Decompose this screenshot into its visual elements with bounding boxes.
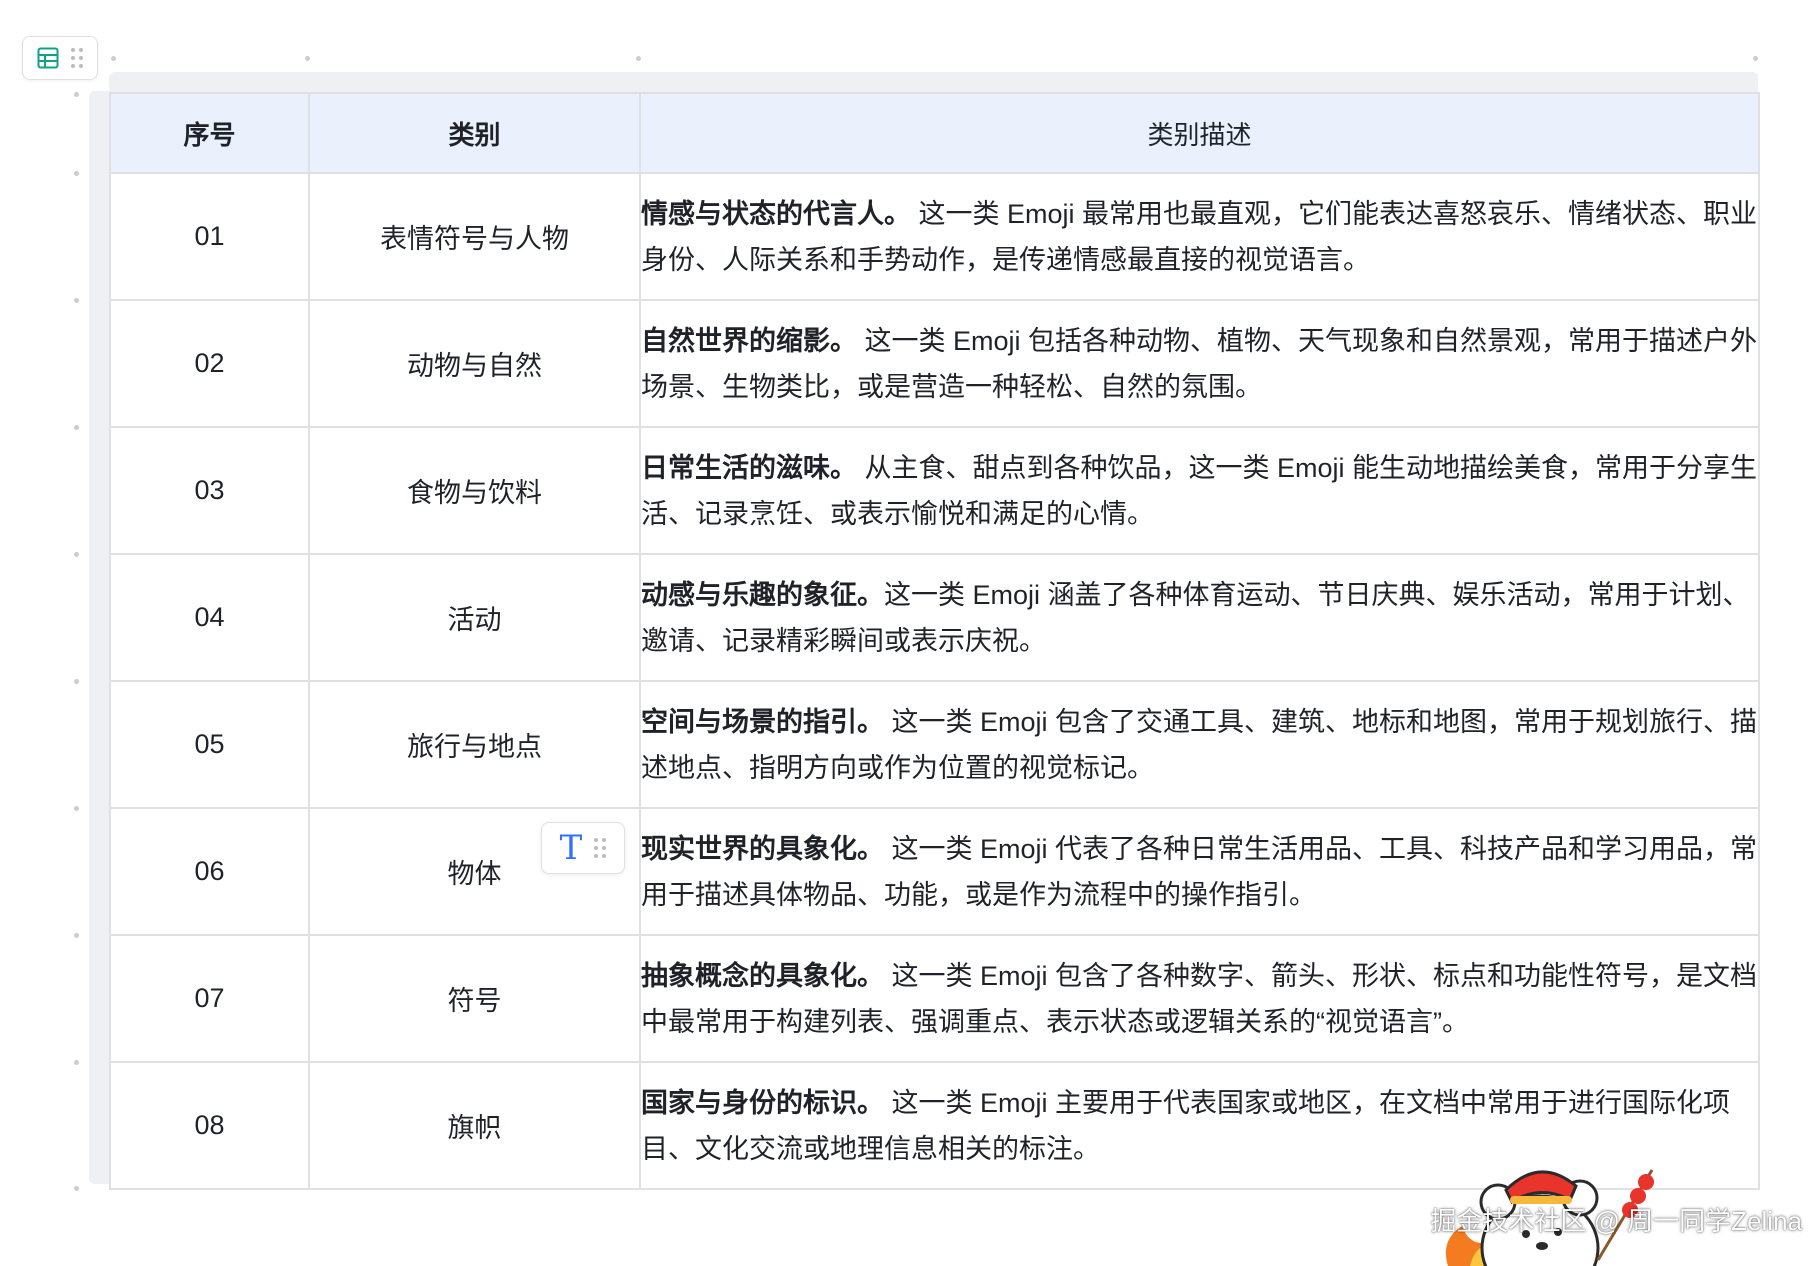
- row-insert-dot[interactable]: [74, 425, 79, 430]
- cell-category[interactable]: 动物与自然: [308, 299, 641, 428]
- table-row: 04 活动 动感与乐趣的象征。这一类 Emoji 涵盖了各种体育运动、节日庆典、…: [109, 553, 1760, 682]
- cell-number[interactable]: 06: [109, 807, 310, 936]
- row-insert-dot[interactable]: [74, 171, 79, 176]
- row-insert-dot[interactable]: [74, 1060, 79, 1065]
- drag-handle-icon[interactable]: [71, 48, 83, 68]
- cell-description[interactable]: 空间与场景的指引。 这一类 Emoji 包含了交通工具、建筑、地标和地图，常用于…: [639, 680, 1760, 809]
- table-row: 03 食物与饮料 日常生活的滋味。 从主食、甜点到各种饮品，这一类 Emoji …: [109, 426, 1760, 555]
- description-lead: 自然世界的缩影。: [641, 325, 857, 356]
- header-cell-number[interactable]: 序号: [109, 92, 310, 174]
- column-insert-dot[interactable]: [305, 56, 310, 61]
- column-selector-bar[interactable]: [109, 72, 1758, 92]
- description-lead: 空间与场景的指引。: [641, 706, 884, 737]
- cell-description[interactable]: 自然世界的缩影。 这一类 Emoji 包括各种动物、植物、天气现象和自然景观，常…: [639, 299, 1760, 428]
- description-lead: 抽象概念的具象化。: [641, 960, 884, 991]
- header-cell-description[interactable]: 类别描述: [639, 92, 1760, 174]
- header-cell-category[interactable]: 类别: [308, 92, 641, 174]
- cell-number[interactable]: 05: [109, 680, 310, 809]
- cell-description[interactable]: 现实世界的具象化。 这一类 Emoji 代表了各种日常生活用品、工具、科技产品和…: [639, 807, 1760, 936]
- description-lead: 动感与乐趣的象征。: [641, 579, 884, 610]
- description-lead: 现实世界的具象化。: [641, 833, 884, 864]
- cell-number[interactable]: 03: [109, 426, 310, 555]
- cell-number[interactable]: 01: [109, 172, 310, 301]
- text-format-icon[interactable]: T: [560, 831, 583, 865]
- watermark: 掘金技术社区 @ 周一同学Zelina: [1430, 1130, 1816, 1266]
- table-row: 06 物体 T 现实世界的具象化。 这一类 Emoji 代表了各种日常生活用品、…: [109, 807, 1760, 936]
- description-lead: 情感与状态的代言人。: [641, 198, 911, 229]
- table-row: 05 旅行与地点 空间与场景的指引。 这一类 Emoji 包含了交通工具、建筑、…: [109, 680, 1760, 809]
- column-insert-dot[interactable]: [111, 56, 116, 61]
- cell-category[interactable]: 表情符号与人物: [308, 172, 641, 301]
- cell-number[interactable]: 07: [109, 934, 310, 1063]
- cell-description[interactable]: 动感与乐趣的象征。这一类 Emoji 涵盖了各种体育运动、节日庆典、娱乐活动，常…: [639, 553, 1760, 682]
- mascot-sticker-icon: [1445, 1169, 1654, 1266]
- drag-handle-icon[interactable]: [594, 838, 607, 858]
- cell-format-toolbar[interactable]: T: [541, 822, 625, 874]
- table-row: 07 符号 抽象概念的具象化。 这一类 Emoji 包含了各种数字、箭头、形状、…: [109, 934, 1760, 1063]
- cell-number[interactable]: 02: [109, 299, 310, 428]
- row-selector-bar[interactable]: [89, 91, 109, 1184]
- table-icon: [37, 47, 59, 69]
- row-insert-dot[interactable]: [74, 92, 79, 97]
- row-insert-dot[interactable]: [74, 806, 79, 811]
- row-insert-dot[interactable]: [74, 933, 79, 938]
- table-row: 01 表情符号与人物 情感与状态的代言人。 这一类 Emoji 最常用也最直观，…: [109, 172, 1760, 301]
- cell-number[interactable]: 04: [109, 553, 310, 682]
- column-insert-dot[interactable]: [636, 56, 641, 61]
- cell-description[interactable]: 抽象概念的具象化。 这一类 Emoji 包含了各种数字、箭头、形状、标点和功能性…: [639, 934, 1760, 1063]
- cell-category[interactable]: 物体 T: [308, 807, 641, 936]
- cell-description[interactable]: 日常生活的滋味。 从主食、甜点到各种饮品，这一类 Emoji 能生动地描绘美食，…: [639, 426, 1760, 555]
- row-insert-dot[interactable]: [74, 1186, 79, 1191]
- cell-content: 物体 T: [310, 810, 639, 933]
- cell-category[interactable]: 符号: [308, 934, 641, 1063]
- row-insert-dot[interactable]: [74, 298, 79, 303]
- table-row: 02 动物与自然 自然世界的缩影。 这一类 Emoji 包括各种动物、植物、天气…: [109, 299, 1760, 428]
- row-insert-dot[interactable]: [74, 679, 79, 684]
- emoji-category-table: 序号 类别 类别描述 01 表情符号与人物 情感与状态的代言人。 这一类 Emo…: [109, 92, 1760, 1190]
- row-insert-dot[interactable]: [74, 552, 79, 557]
- table-handle[interactable]: [22, 36, 98, 80]
- watermark-text: 掘金技术社区 @ 周一同学Zelina: [1430, 1206, 1802, 1236]
- header-row: 序号 类别 类别描述: [109, 92, 1760, 174]
- cell-category[interactable]: 旗帜: [308, 1061, 641, 1190]
- cell-category[interactable]: 活动: [308, 553, 641, 682]
- cell-category-label: 物体: [447, 859, 502, 889]
- cell-category[interactable]: 食物与饮料: [308, 426, 641, 555]
- cell-category[interactable]: 旅行与地点: [308, 680, 641, 809]
- cell-description[interactable]: 情感与状态的代言人。 这一类 Emoji 最常用也最直观，它们能表达喜怒哀乐、情…: [639, 172, 1760, 301]
- cell-number[interactable]: 08: [109, 1061, 310, 1190]
- column-insert-dot[interactable]: [1753, 56, 1758, 61]
- description-lead: 日常生活的滋味。: [641, 452, 857, 483]
- description-lead: 国家与身份的标识。: [641, 1087, 884, 1118]
